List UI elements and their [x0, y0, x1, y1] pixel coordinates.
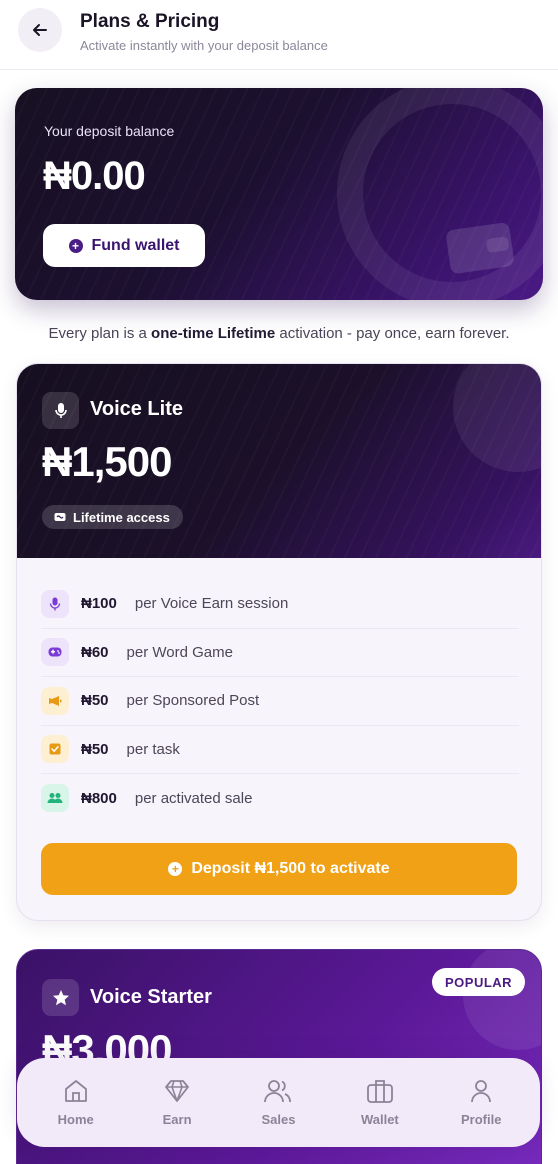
task-check-icon	[49, 743, 61, 755]
plan-header: Voice Lite ₦1,500 Lifetime access	[17, 364, 541, 558]
nav-label: Profile	[461, 1112, 502, 1127]
briefcase-icon	[366, 1080, 393, 1103]
gamepad-icon	[48, 647, 62, 657]
rate-amount: ₦60	[81, 643, 109, 661]
plan-note-suffix: activation - pay once, earn forever.	[275, 325, 510, 342]
balance-card: Your deposit balance ₦0.00 + Fund wallet	[15, 88, 543, 300]
app-header: Plans & Pricing Activate instantly with …	[0, 0, 558, 70]
plan-name: Voice Starter	[90, 986, 212, 1008]
plan-note: Every plan is a one-time Lifetime activa…	[0, 325, 558, 342]
rate-row: ₦50 per Sponsored Post	[41, 677, 519, 726]
lifetime-badge-label: Lifetime access	[73, 509, 170, 525]
balance-value: ₦0.00	[43, 154, 146, 198]
megaphone-icon	[49, 695, 62, 706]
nav-item-home[interactable]: Home	[31, 1078, 121, 1127]
users-icon	[47, 793, 63, 804]
page-subtitle: Activate instantly with your deposit bal…	[80, 38, 328, 53]
nav-item-wallet[interactable]: Wallet	[335, 1078, 425, 1127]
wallet-icon	[446, 222, 514, 274]
arrow-left-icon	[33, 24, 47, 36]
microphone-icon	[54, 402, 67, 418]
bottom-navigation: Home Earn Sales Wallet Profile	[17, 1058, 540, 1147]
users-icon	[264, 1080, 292, 1103]
deposit-activate-label: Deposit ₦1,500 to activate	[191, 860, 390, 877]
rate-amount: ₦50	[81, 692, 109, 710]
person-icon	[471, 1080, 492, 1103]
nav-label: Earn	[162, 1112, 192, 1127]
deposit-activate-button[interactable]: + Deposit ₦1,500 to activate	[41, 843, 517, 895]
rate-amount: ₦800	[81, 789, 117, 807]
nav-label: Home	[57, 1112, 94, 1127]
rate-icon-bg	[41, 784, 69, 813]
rate-row: ₦60 per Word Game	[41, 629, 519, 677]
decorative-circle	[453, 364, 541, 472]
plan-note-bold: one-time Lifetime	[151, 325, 276, 342]
rate-description: per activated sale	[134, 789, 253, 807]
plan-name: Voice Lite	[90, 398, 183, 420]
rate-description: per task	[126, 740, 180, 758]
rate-amount: ₦100	[81, 595, 117, 613]
plan-note-prefix: Every plan is a	[48, 325, 152, 342]
plan-icon-badge	[42, 979, 79, 1016]
plan-icon-badge	[42, 392, 79, 429]
nav-item-sales[interactable]: Sales	[233, 1078, 323, 1127]
rate-icon-bg	[41, 686, 69, 715]
star-icon	[52, 989, 69, 1005]
fund-wallet-label: Fund wallet	[91, 236, 180, 254]
rate-row: ₦50 per task	[41, 726, 519, 774]
home-icon	[64, 1080, 87, 1102]
rate-icon-bg	[41, 638, 69, 667]
fund-wallet-button[interactable]: + Fund wallet	[43, 224, 205, 267]
plus-circle-icon: +	[168, 862, 183, 876]
rate-list: ₦100 per Voice Earn session ₦60 per Word…	[41, 580, 519, 823]
rate-icon-bg	[41, 589, 69, 618]
rate-amount: ₦50	[81, 740, 109, 758]
page-title: Plans & Pricing	[80, 11, 220, 32]
nav-item-profile[interactable]: Profile	[436, 1078, 526, 1127]
rate-row: ₦800 per activated sale	[41, 774, 519, 823]
plan-card-voice-lite: Voice Lite ₦1,500 Lifetime access ₦100 p…	[16, 363, 542, 921]
popular-badge: POPULAR	[432, 968, 526, 996]
infinity-icon	[54, 513, 66, 521]
plan-price: ₦1,500	[42, 438, 172, 485]
rate-description: per Voice Earn session	[134, 595, 289, 613]
rate-row: ₦100 per Voice Earn session	[41, 580, 519, 629]
balance-label: Your deposit balance	[44, 123, 175, 139]
nav-item-earn[interactable]: Earn	[132, 1078, 222, 1127]
nav-label: Wallet	[360, 1112, 399, 1127]
plus-circle-icon: +	[68, 238, 83, 253]
diamond-icon	[165, 1080, 189, 1102]
lifetime-badge: Lifetime access	[42, 505, 183, 529]
microphone-icon	[49, 597, 61, 611]
decorative-circle	[463, 950, 541, 1050]
rate-icon-bg	[41, 735, 69, 764]
rate-description: per Word Game	[126, 643, 233, 661]
back-button[interactable]	[18, 8, 62, 52]
rate-description: per Sponsored Post	[126, 692, 260, 710]
nav-label: Sales	[261, 1112, 296, 1127]
